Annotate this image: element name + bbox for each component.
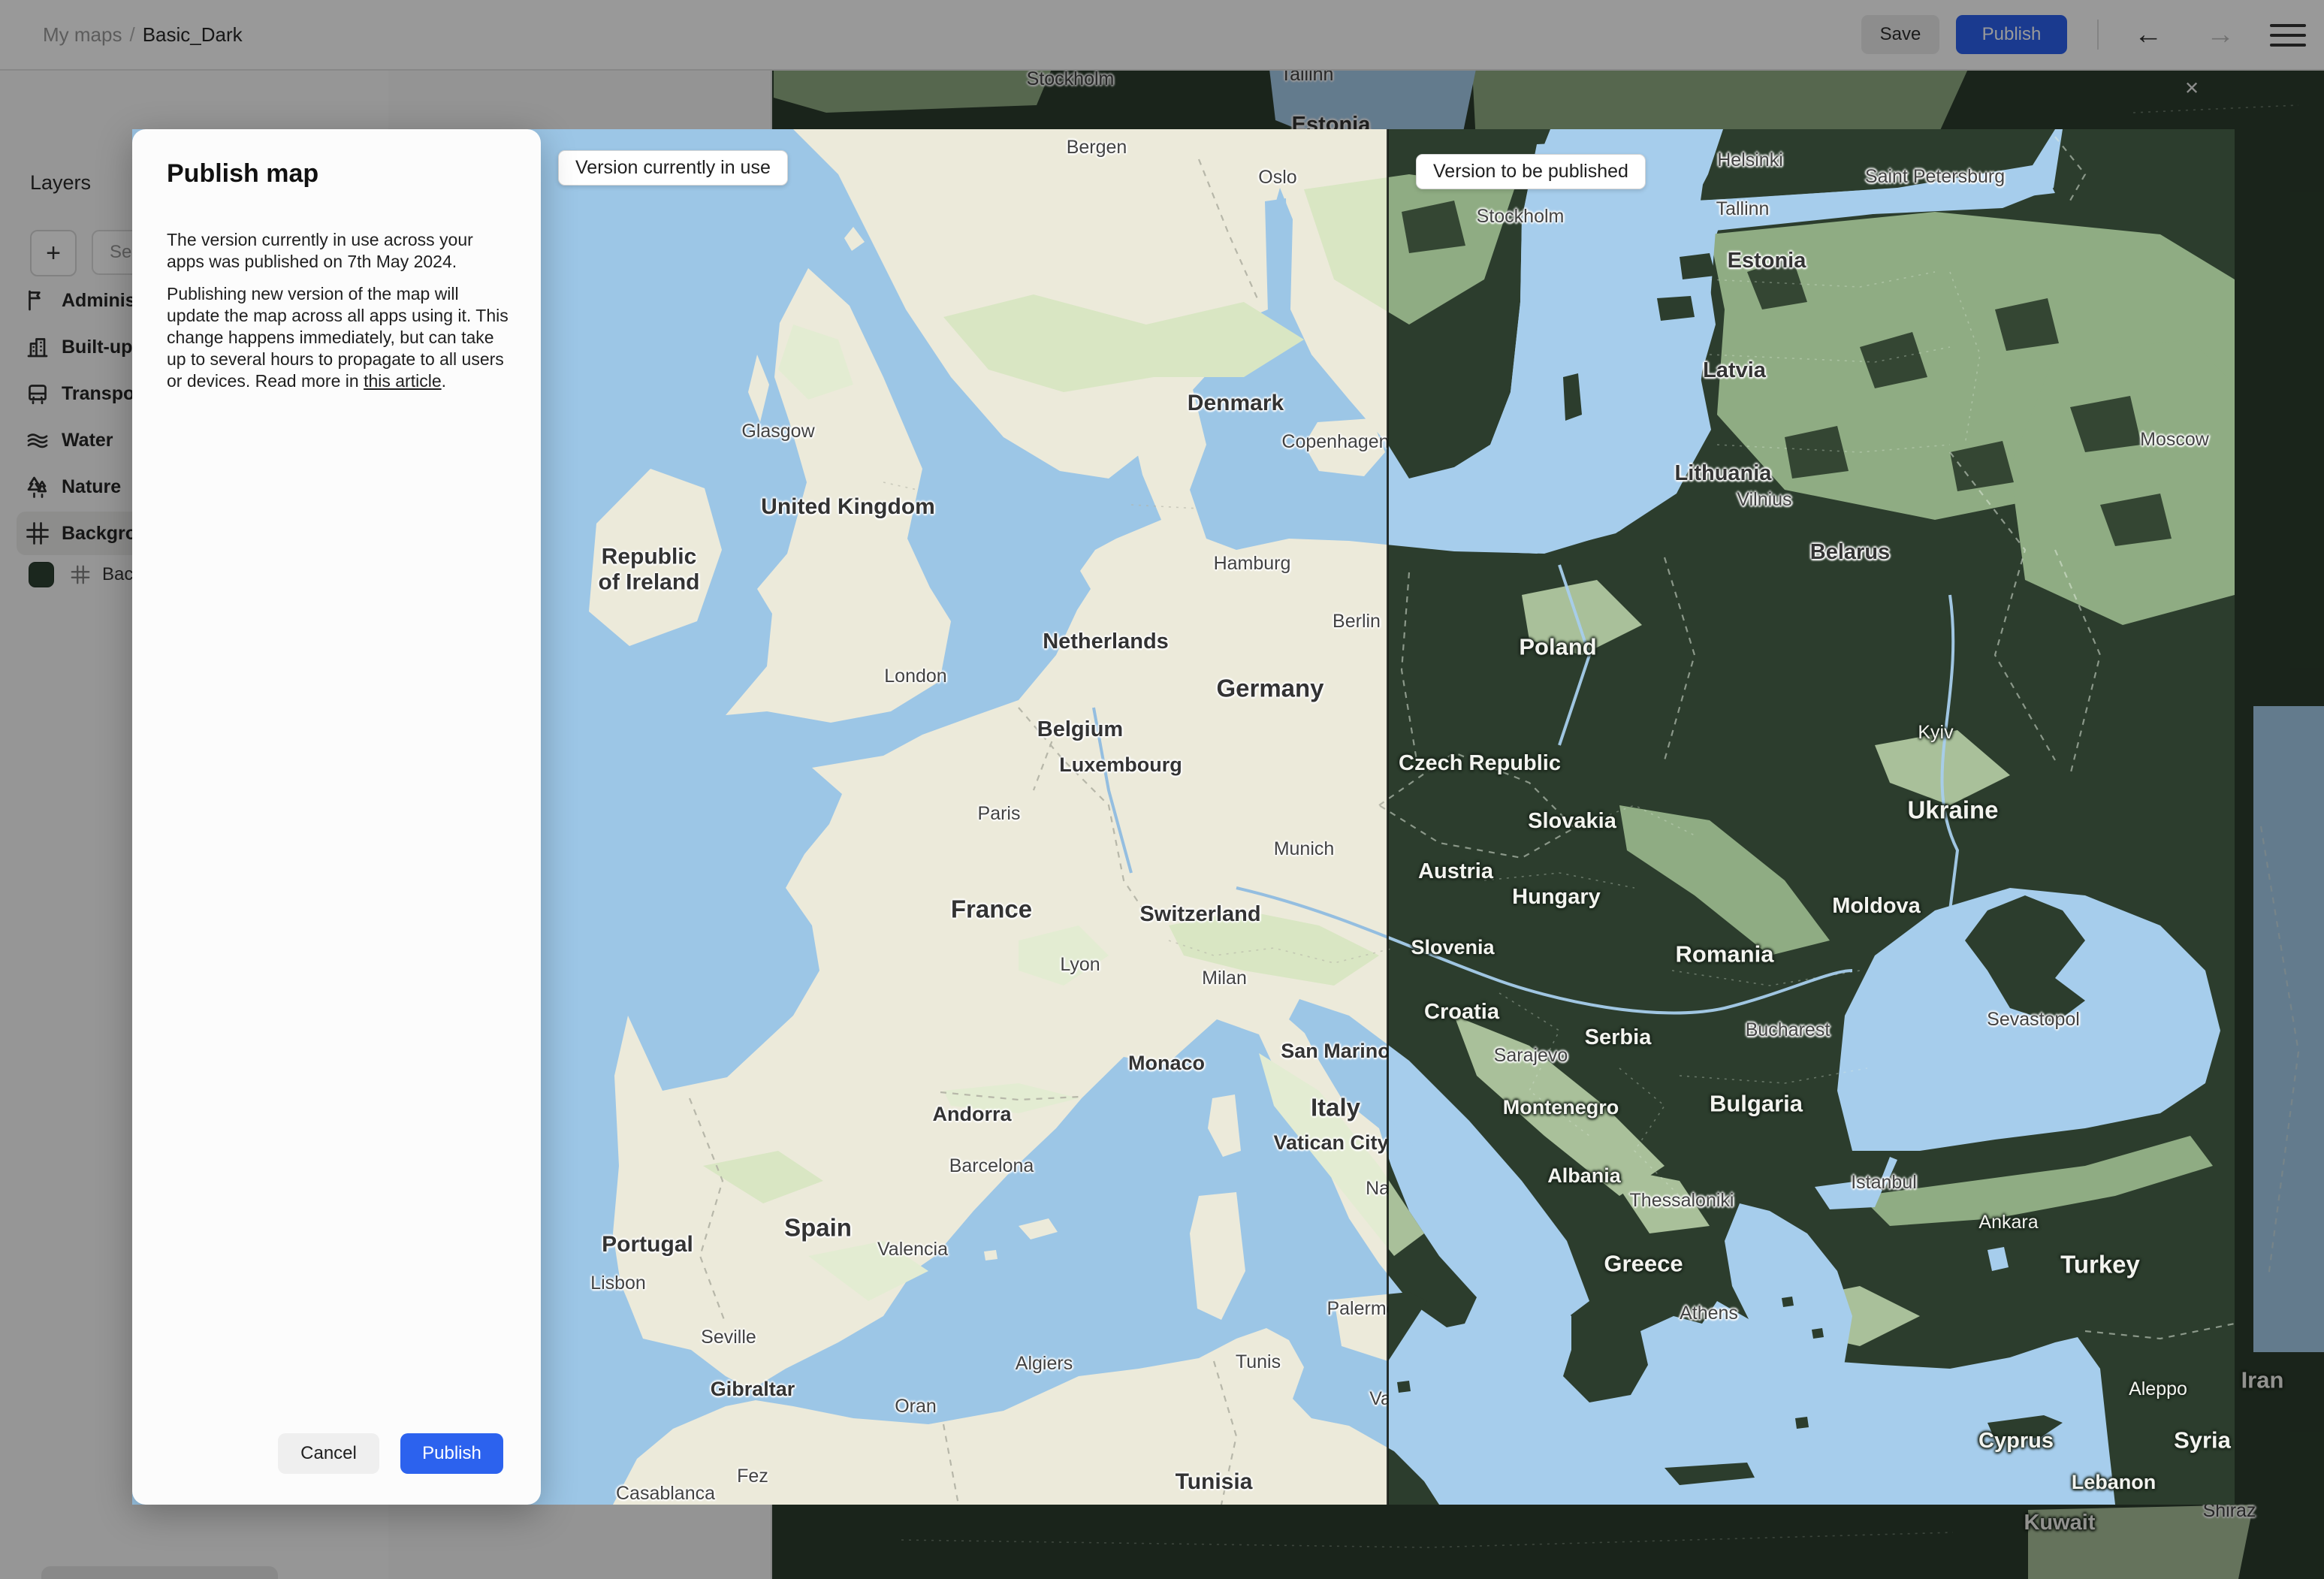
map-label-palermo: Palermo bbox=[1326, 1298, 1388, 1319]
map-label-bergen: Bergen bbox=[1066, 137, 1127, 158]
map-label-istanbul: Istanbul bbox=[1851, 1172, 1917, 1193]
map-label-oran: Oran bbox=[895, 1396, 937, 1417]
map-label-montenegro: Montenegro bbox=[1502, 1095, 1619, 1119]
map-label-latvia: Latvia bbox=[1703, 358, 1766, 382]
map-label-poland: Poland bbox=[1519, 633, 1597, 660]
map-label-italy: Italy bbox=[1310, 1093, 1361, 1122]
cancel-button[interactable]: Cancel bbox=[278, 1433, 379, 1474]
map-label-denmark: Denmark bbox=[1187, 391, 1284, 416]
map-label-tallinn: Tallinn bbox=[1716, 198, 1770, 219]
map-label-moscow: Moscow bbox=[2140, 429, 2209, 450]
map-label-ankara: Ankara bbox=[1978, 1212, 2039, 1233]
map-label-belgium: Belgium bbox=[1037, 717, 1124, 741]
map-label-sarajevo: Sarajevo bbox=[1493, 1045, 1568, 1066]
dialog-title: Publish map bbox=[167, 159, 319, 188]
map-label-thessaloniki: Thessaloniki bbox=[1629, 1190, 1734, 1211]
map-label-gibraltar: Gibraltar bbox=[710, 1377, 795, 1400]
map-label-paris: Paris bbox=[977, 803, 1021, 824]
map-label-bulgaria: Bulgaria bbox=[1709, 1090, 1803, 1117]
map-label-spain: Spain bbox=[784, 1213, 852, 1242]
map-label-sevastopol: Sevastopol bbox=[1987, 1009, 2080, 1030]
map-label-valletta: Valletta bbox=[1369, 1388, 1388, 1409]
map-label-cyprus: Cyprus bbox=[1978, 1428, 2054, 1453]
map-label-oslo: Oslo bbox=[1258, 167, 1297, 188]
map-new-version[interactable]: Helsinki Saint Petersburg Stockholm Tallinn… bbox=[1388, 129, 2235, 1505]
map-label-estonia: Estonia bbox=[1727, 248, 1806, 273]
map-label-kyiv: Kyiv bbox=[1918, 722, 1954, 743]
map-label-algiers: Algiers bbox=[1015, 1353, 1073, 1374]
map-label-tunisia: Tunisia bbox=[1175, 1469, 1253, 1495]
map-label-luxembourg: Luxembourg bbox=[1059, 753, 1182, 776]
map-label-saint-petersburg: Saint Petersburg bbox=[1864, 166, 2006, 187]
publish-map-dialog: Publish map The version currently in use… bbox=[132, 129, 541, 1505]
map-label-lebanon: Lebanon bbox=[2071, 1470, 2156, 1493]
map-label-slovakia: Slovakia bbox=[1528, 808, 1616, 833]
map-label-seville: Seville bbox=[701, 1327, 756, 1348]
map-label-syria: Syria bbox=[2174, 1427, 2231, 1454]
map-label-munich: Munich bbox=[1273, 838, 1335, 859]
map-label-vatican-city: Vatican City bbox=[1273, 1131, 1388, 1154]
map-label-naples: Naples bbox=[1366, 1178, 1388, 1199]
map-label-valencia: Valencia bbox=[877, 1239, 949, 1260]
new-version-badge: Version to be published bbox=[1416, 154, 1646, 189]
map-label-milan: Milan bbox=[1202, 968, 1247, 989]
dialog-paragraph-2: Publishing new version of the map will u… bbox=[167, 284, 509, 391]
map-label-czech-republic: Czech Republic bbox=[1399, 750, 1561, 775]
map-label-moldova: Moldova bbox=[1832, 893, 1921, 918]
map-label-monaco: Monaco bbox=[1127, 1051, 1206, 1074]
map-label-andorra: Andorra bbox=[932, 1102, 1012, 1125]
map-label-republic-of-ireland: Republic of Ireland bbox=[598, 544, 700, 594]
map-label-hamburg: Hamburg bbox=[1213, 553, 1291, 574]
map-label-hungary: Hungary bbox=[1512, 884, 1601, 909]
map-label-aleppo: Aleppo bbox=[2129, 1378, 2187, 1399]
map-label-london: London bbox=[884, 666, 947, 687]
map-label-ukraine: Ukraine bbox=[1907, 796, 1999, 824]
map-label-helsinki: Helsinki bbox=[1717, 149, 1783, 171]
map-label-copenhagen: Copenhagen bbox=[1281, 431, 1388, 452]
map-label-united-kingdom: United Kingdom bbox=[761, 494, 935, 520]
this-article-link[interactable]: this article bbox=[364, 371, 442, 391]
map-label-lisbon: Lisbon bbox=[590, 1273, 646, 1294]
map-label-berlin: Berlin bbox=[1333, 611, 1381, 632]
map-label-athens: Athens bbox=[1680, 1303, 1738, 1324]
map-label-france: France bbox=[950, 895, 1033, 923]
publish-confirm-button[interactable]: Publish bbox=[400, 1433, 503, 1474]
map-label-san-marino: San Marino bbox=[1281, 1039, 1388, 1062]
app-window: ✕ Stockholm Tallinn Estonia Iran Shiraz Kuwai… bbox=[0, 0, 2324, 1579]
map-label-croatia: Croatia bbox=[1424, 999, 1499, 1024]
current-version-badge: Version currently in use bbox=[558, 150, 788, 186]
map-label-glasgow: Glasgow bbox=[741, 421, 815, 442]
dialog-paragraph-1: The version currently in use across your… bbox=[167, 230, 473, 271]
map-label-slovenia: Slovenia bbox=[1411, 935, 1495, 959]
map-label-fez: Fez bbox=[737, 1466, 768, 1487]
map-label-switzerland: Switzerland bbox=[1139, 901, 1261, 926]
comparison-divider[interactable] bbox=[1387, 129, 1389, 1505]
map-label-serbia: Serbia bbox=[1584, 1025, 1652, 1049]
map-label-vilnius: Vilnius bbox=[1737, 489, 1792, 510]
map-label-netherlands: Netherlands bbox=[1043, 629, 1169, 654]
map-label-lyon: Lyon bbox=[1060, 954, 1100, 975]
map-label-turkey: Turkey bbox=[2060, 1250, 2140, 1279]
map-label-barcelona: Barcelona bbox=[949, 1155, 1034, 1176]
map-label-germany: Germany bbox=[1216, 674, 1324, 702]
map-label-casablanca: Casablanca bbox=[615, 1483, 716, 1504]
map-label-belarus: Belarus bbox=[1809, 539, 1891, 564]
map-label-stockholm: Stockholm bbox=[1476, 206, 1565, 227]
map-label-austria: Austria bbox=[1418, 859, 1493, 883]
map-label-tunis: Tunis bbox=[1235, 1351, 1281, 1372]
map-label-lithuania: Lithuania bbox=[1674, 460, 1772, 485]
map-label-greece: Greece bbox=[1604, 1250, 1683, 1277]
map-label-bucharest: Bucharest bbox=[1745, 1019, 1831, 1040]
map-label-portugal: Portugal bbox=[602, 1232, 693, 1257]
map-label-romania: Romania bbox=[1675, 940, 1774, 968]
map-label-albania: Albania bbox=[1547, 1164, 1621, 1187]
